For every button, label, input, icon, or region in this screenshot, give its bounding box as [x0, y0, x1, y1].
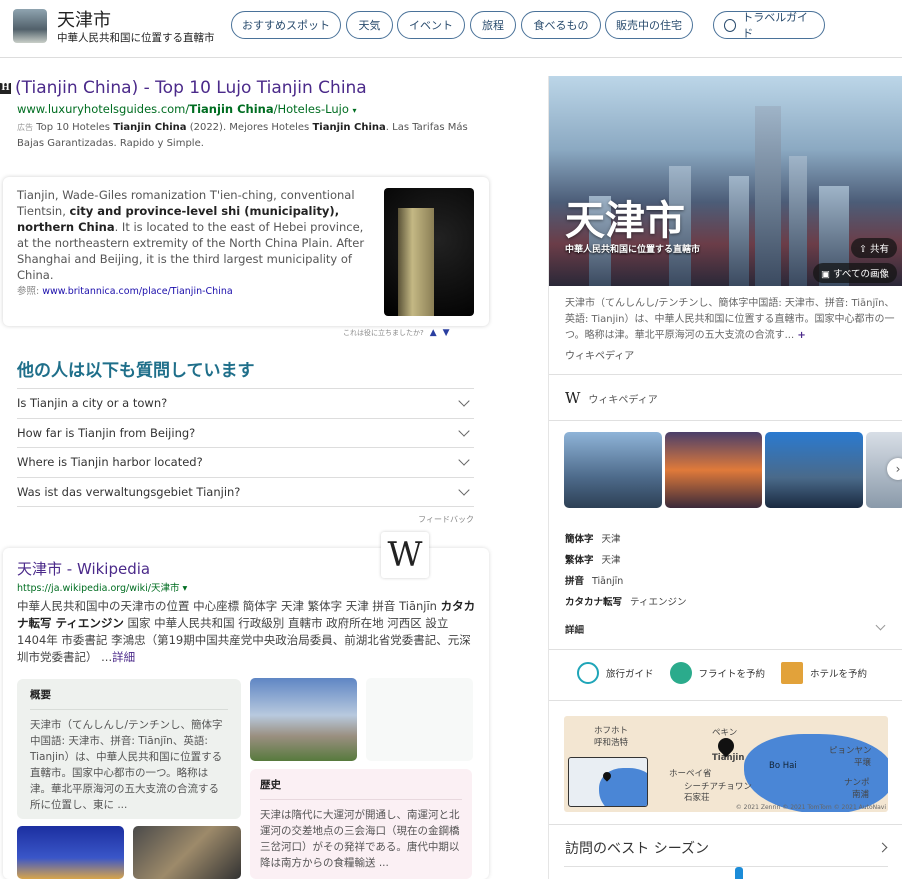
pill-itinerary[interactable]: 旅程 — [470, 11, 516, 39]
hero-title: 天津市 — [565, 198, 685, 244]
chevron-right-icon[interactable] — [877, 842, 888, 853]
travel-guide-label: トラベルガイド — [742, 11, 808, 40]
location-map[interactable]: ホフホト 呼和浩特 ペキン Tianjin ホーペイ省 シーチアチョワン 石家荘… — [564, 716, 888, 812]
share-icon: ⇪ — [859, 244, 870, 255]
share-button[interactable]: ⇪ 共有 — [851, 238, 897, 258]
all-images-button[interactable]: ▣ すべての画像 — [813, 263, 897, 283]
pill-homes[interactable]: 販売中の住宅 — [605, 11, 693, 39]
university-photo[interactable] — [250, 678, 357, 761]
answer-reference: 参照: www.britannica.com/place/Tianjin-Chi… — [17, 286, 233, 297]
wiki-title-link[interactable]: 天津市 - Wikipedia — [17, 558, 150, 579]
history-card[interactable]: 歴史天津は隋代に大運河が開通し、南運河と北運河の交差地点の三会海口（現在の金鋼橋… — [250, 769, 472, 879]
pill-spots[interactable]: おすすめスポット — [231, 11, 341, 39]
answer-image[interactable] — [384, 188, 474, 316]
header-subtitle: 中華人民共和国に位置する直轄市 — [57, 32, 215, 44]
chevron-down-icon — [458, 425, 470, 437]
fact-row: 簡体字 天津 — [565, 534, 621, 545]
paa-question[interactable]: How far is Tianjin from Beijing? — [17, 417, 474, 448]
overview-title: 概要 — [30, 687, 228, 710]
night-skyline-photo[interactable] — [17, 826, 124, 879]
city-thumbnail[interactable] — [13, 9, 47, 43]
paa-title: 他の人は以下も質問しています — [17, 361, 255, 381]
history-text: 天津は隋代に大運河が開通し、南運河と北運河の交差地点の三会海口（現在の金鋼橋三岔… — [260, 809, 460, 869]
metro-map-image[interactable] — [366, 678, 473, 761]
best-season-title[interactable]: 訪問のベスト シーズン — [565, 838, 709, 858]
answer-text: Tianjin, Wade-Giles romanization T'ien-c… — [17, 188, 365, 282]
travel-guide-button[interactable]: トラベルガイド — [713, 11, 825, 40]
gallery-next-button[interactable]: › — [887, 458, 902, 480]
pill-events[interactable]: イベント — [397, 11, 465, 39]
paa-question[interactable]: Was ist das verwaltungsgebiet Tianjin? — [17, 476, 474, 507]
hero-subtitle: 中華人民共和国に位置する直轄市 — [565, 245, 701, 255]
reference-link[interactable]: www.britannica.com/place/Tianjin-China — [42, 286, 232, 297]
wikipedia-logo-icon: W — [381, 532, 429, 578]
chevron-down-icon — [458, 395, 470, 407]
map-inset — [568, 757, 648, 807]
gallery-photo[interactable] — [765, 432, 863, 508]
history-title: 歴史 — [260, 777, 462, 800]
more-link[interactable]: 詳細 — [112, 650, 135, 664]
answer-card: Tianjin, Wade-Giles romanization T'ien-c… — [3, 177, 489, 326]
overview-card[interactable]: 概要天津市（てんしんし/テンチンし、簡体字中国語: 天津市、拼音: Tiānjī… — [17, 679, 241, 819]
pill-food[interactable]: 食べるもの — [521, 11, 601, 39]
panel-source-link[interactable]: ウィキペディア — [565, 347, 634, 362]
header-title: 天津市 — [57, 10, 111, 31]
fact-row: カタカナ転写 ティエンジン — [565, 597, 687, 608]
paa-feedback-link[interactable]: フィードバック — [17, 506, 474, 525]
chevron-down-icon — [458, 454, 470, 466]
chevron-down-icon — [458, 484, 470, 496]
thumbs-up-icon[interactable]: ▲ — [430, 328, 437, 338]
hero-image[interactable]: 天津市 中華人民共和国に位置する直轄市 ⇪ 共有 ▣ すべての画像 — [549, 76, 902, 286]
compass-icon — [724, 18, 737, 32]
plane-globe-icon — [669, 662, 692, 684]
wikipedia-icon: W — [565, 389, 581, 407]
compass-icon — [577, 662, 599, 684]
paa-question[interactable]: Where is Tianjin harbor located? — [17, 447, 474, 477]
paa-question[interactable]: Is Tianjin a city or a town? — [17, 388, 474, 418]
entity-header: 天津市 中華人民共和国に位置する直轄市 おすすめスポット 天気 イベント 旅程 … — [0, 0, 902, 58]
answer-feedback: これは役に立ちましたか? ▲ ▼ — [343, 328, 450, 338]
travel-guide-action[interactable]: 旅行ガイド — [577, 662, 654, 684]
wiki-url[interactable]: https://ja.wikipedia.org/wiki/天津市 ▾ — [17, 580, 187, 594]
pill-weather[interactable]: 天気 — [346, 11, 393, 39]
gallery-photo[interactable] — [564, 432, 662, 508]
image-icon: ▣ — [821, 269, 834, 280]
gallery-photo[interactable] — [665, 432, 762, 508]
panel-description: 天津市（てんしんし/テンチンし、簡体字中国語: 天津市、拼音: Tiānjīn、… — [565, 298, 895, 341]
hotel-favicon-icon: H — [0, 82, 11, 94]
fact-row: 繁体字 天津 — [565, 555, 621, 566]
facts-list: 簡体字 天津 繁体字 天津 拼音 Tiānjīn カタカナ転写 ティエンジン — [565, 531, 686, 615]
ad-url[interactable]: www.luxuryhotelsguides.com/Tianjin China… — [17, 102, 480, 116]
map-credit: © 2021 Zenrin © 2021 TomTom © 2021 AutoN… — [735, 804, 886, 811]
ad-description: 広告 Top 10 Hoteles Tianjin China (2022). … — [17, 122, 468, 149]
wiki-snippet: 中華人民共和国中の天津市の位置 中心座標 簡体字 天津 繁体字 天津 拼音 Ti… — [17, 599, 476, 664]
ad-title-link[interactable]: (Tianjin China) - Top 10 Lujo Tianjin Ch… — [15, 78, 367, 98]
hotel-icon — [781, 662, 804, 684]
season-bar — [735, 867, 743, 879]
expand-plus-icon[interactable]: + — [797, 330, 805, 341]
thumbs-down-icon[interactable]: ▼ — [443, 328, 450, 338]
building-photo[interactable] — [133, 826, 241, 879]
knowledge-panel: 天津市 中華人民共和国に位置する直轄市 ⇪ 共有 ▣ すべての画像 天津市（てん… — [548, 76, 902, 879]
wikipedia-link-row[interactable]: W ウィキペディア — [565, 389, 658, 407]
book-flight-action[interactable]: フライトを予約 — [669, 662, 765, 684]
details-toggle[interactable]: 詳細 — [565, 622, 584, 636]
overview-text: 天津市（てんしんし/テンチンし、簡体字中国語: 天津市、拼音: Tiānjīn、… — [30, 719, 223, 811]
book-hotel-action[interactable]: ホテルを予約 — [781, 662, 867, 684]
chevron-down-icon[interactable] — [875, 620, 886, 631]
people-also-ask: 他の人は以下も質問しています Is Tianjin a city or a to… — [17, 356, 474, 525]
fact-row: 拼音 Tiānjīn — [565, 576, 624, 587]
ad-result: H (Tianjin China) - Top 10 Lujo Tianjin C… — [0, 78, 480, 152]
